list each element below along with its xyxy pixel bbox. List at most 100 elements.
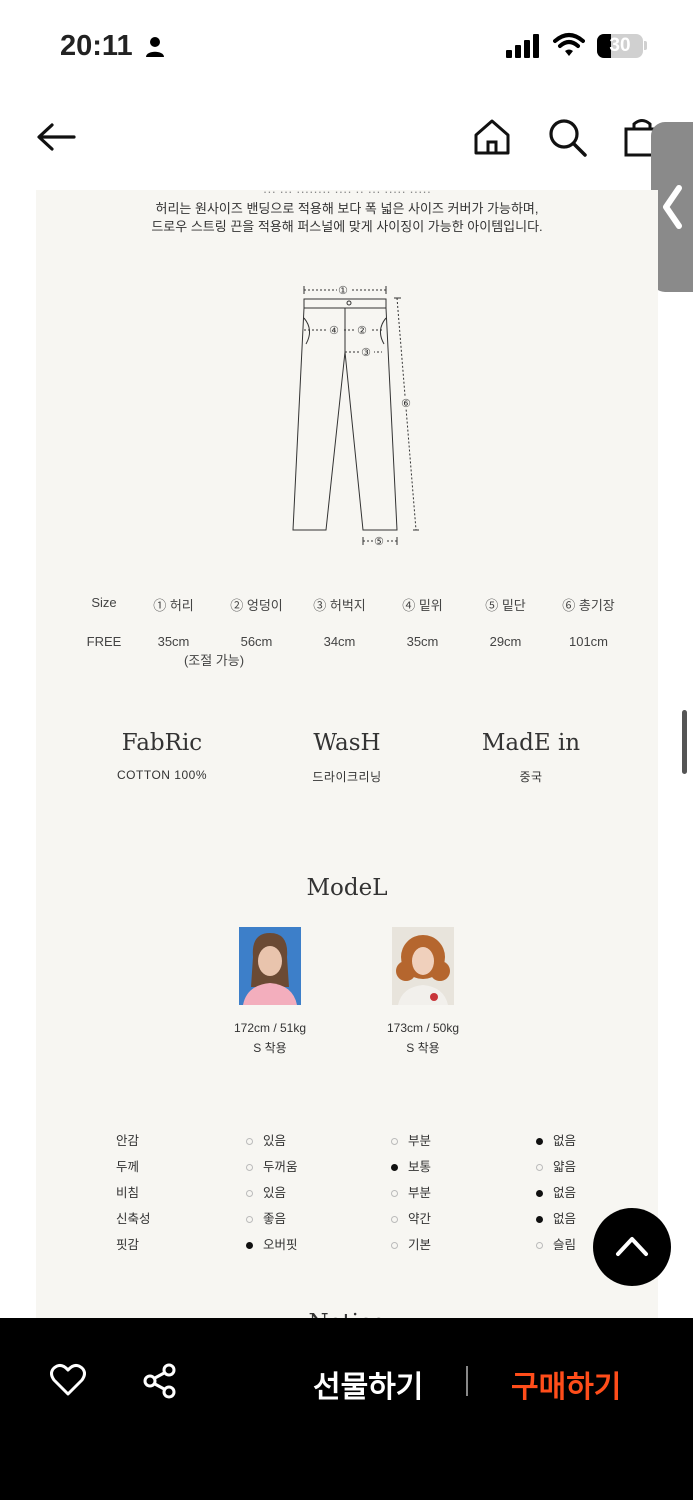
diagram-label-3: ③ — [361, 346, 371, 359]
chevron-left-icon — [663, 185, 682, 229]
unselected-dot-icon — [246, 1216, 253, 1224]
attribute-option-label: 부분 — [408, 1134, 432, 1148]
attribute-label: 두께 — [116, 1160, 140, 1174]
size-value-cell: FREE — [86, 634, 122, 649]
size-table-header: Size ① 허리 ② 엉덩이 ③ 허벅지 ④ 밑위 ⑤ 밑단 ⑥ 총기장 — [76, 595, 636, 614]
size-value-cell: 34cm — [323, 634, 356, 649]
model-photo — [392, 927, 454, 1005]
attribute-row: 두께 두꺼움 보통 얇음 — [116, 1156, 636, 1182]
size-value-cell: 35cm — [157, 634, 190, 649]
model-fit: S 착용 — [406, 1041, 440, 1055]
attribute-option: 부분 — [391, 1130, 431, 1149]
attribute-option-label: 약간 — [408, 1212, 432, 1226]
wash-value: 드라이크리닝 — [312, 770, 382, 784]
unselected-dot-icon — [391, 1138, 398, 1146]
cellular-signal-icon — [506, 34, 539, 58]
fabric-info: FabRic COTTON 100% — [72, 730, 252, 782]
attribute-option-label: 없음 — [553, 1212, 577, 1226]
heart-icon[interactable] — [50, 1363, 86, 1397]
attribute-option: 기본 — [391, 1234, 431, 1253]
gift-button[interactable]: 선물하기 — [313, 1362, 423, 1406]
diagram-label-1: ① — [338, 284, 348, 297]
attribute-option-label: 두꺼움 — [263, 1160, 298, 1174]
attribute-option-label: 보통 — [408, 1160, 432, 1174]
unselected-dot-icon — [536, 1164, 543, 1172]
attribute-option: 있음 — [246, 1130, 286, 1149]
attribute-row: 비침 있음 부분 없음 — [116, 1182, 636, 1208]
model-measurements: 173cm / 50kg — [386, 1021, 460, 1035]
made-in-info: MadE in 중국 — [441, 730, 621, 785]
model-card: 173cm / 50kg S 착용 — [343, 927, 503, 1056]
attribute-option: 있음 — [246, 1182, 286, 1201]
attribute-option-label: 있음 — [263, 1186, 287, 1200]
size-value-cell: 56cm — [240, 634, 273, 649]
selected-dot-icon — [536, 1138, 543, 1146]
page-scrollbar[interactable] — [682, 710, 687, 774]
made-in-title: MadE in — [481, 730, 581, 756]
diagram-label-5: ⑤ — [374, 535, 384, 548]
home-icon[interactable] — [470, 115, 514, 159]
attribute-option: 좋음 — [246, 1208, 286, 1227]
unselected-dot-icon — [536, 1242, 543, 1250]
wash-info: WasH 드라이크리닝 — [257, 730, 437, 785]
person-icon — [146, 37, 164, 57]
attribute-option: 얇음 — [536, 1156, 576, 1175]
attribute-option-label: 오버핏 — [263, 1238, 298, 1252]
attribute-option: 보통 — [391, 1156, 431, 1175]
size-header-cell: ① 허리 — [153, 598, 194, 613]
attribute-option: 슬림 — [536, 1234, 576, 1253]
unselected-dot-icon — [246, 1190, 253, 1198]
fabric-value: COTTON 100% — [117, 768, 207, 782]
unselected-dot-icon — [246, 1138, 253, 1146]
attribute-row: 안감 있음 부분 없음 — [116, 1130, 636, 1156]
model-section-title: ModeL — [306, 875, 388, 901]
selected-dot-icon — [536, 1216, 543, 1224]
fabric-title: FabRic — [121, 730, 203, 756]
size-value-cell: 101cm — [568, 634, 609, 649]
diagram-label-6: ⑥ — [401, 397, 411, 410]
selected-dot-icon — [391, 1164, 398, 1172]
attribute-row: 신축성 좋음 약간 없음 — [116, 1208, 636, 1234]
attribute-option-label: 얇음 — [553, 1160, 577, 1174]
wash-title: WasH — [313, 730, 381, 756]
size-header-cell: Size — [91, 595, 117, 610]
size-table: Size ① 허리 ② 엉덩이 ③ 허벅지 ④ 밑위 ⑤ 밑단 ⑥ 총기장 FR… — [76, 595, 636, 668]
diagram-label-2: ② — [357, 324, 367, 337]
attribute-row: 핏감 오버핏 기본 슬림 — [116, 1234, 636, 1260]
product-detail-content: ··· ··· ········ ···· ·· ··· ····· ·····… — [36, 190, 658, 1320]
attribute-option-label: 부분 — [408, 1186, 432, 1200]
attribute-option-label: 있음 — [263, 1134, 287, 1148]
diagram-label-4: ④ — [329, 324, 339, 337]
attribute-option: 없음 — [536, 1208, 576, 1227]
attribute-option-label: 좋음 — [263, 1212, 287, 1226]
search-icon[interactable] — [545, 115, 589, 159]
attribute-option-label: 없음 — [553, 1186, 577, 1200]
intro-line-1: 허리는 원사이즈 밴딩으로 적용해 보다 폭 넓은 사이즈 커버가 가능하며, — [155, 201, 539, 216]
selected-dot-icon — [536, 1190, 543, 1198]
status-time: 20:11 — [60, 30, 133, 62]
unselected-dot-icon — [246, 1164, 253, 1172]
unselected-dot-icon — [391, 1242, 398, 1250]
buy-button[interactable]: 구매하기 — [511, 1362, 621, 1406]
attribute-option-label: 없음 — [553, 1134, 577, 1148]
status-bar: 20:11 30 — [0, 0, 693, 95]
attribute-label: 신축성 — [116, 1212, 151, 1226]
attribute-option: 부분 — [391, 1182, 431, 1201]
attribute-option-label: 슬림 — [553, 1238, 577, 1252]
attribute-option-label: 기본 — [408, 1238, 432, 1252]
attribute-option: 약간 — [391, 1208, 431, 1227]
share-icon[interactable] — [142, 1363, 178, 1399]
back-arrow-icon[interactable] — [34, 115, 78, 159]
waist-adjustable-note: (조절 가능) — [183, 653, 245, 668]
intro-line-2: 드로우 스트링 끈을 적용해 퍼스널에 맞게 사이징이 가능한 아이템입니다. — [151, 219, 543, 234]
made-in-value: 중국 — [519, 770, 543, 784]
battery-icon: 30 — [597, 34, 643, 58]
battery-tip — [644, 41, 647, 50]
battery-level: 30 — [609, 35, 631, 56]
attribute-option: 두꺼움 — [246, 1156, 298, 1175]
unselected-dot-icon — [391, 1190, 398, 1198]
model-fit: S 착용 — [253, 1041, 287, 1055]
model-photo — [239, 927, 301, 1005]
size-table-values: FREE 35cm 56cm 34cm 35cm 29cm 101cm — [76, 634, 636, 649]
scroll-to-top-button[interactable] — [593, 1208, 671, 1286]
